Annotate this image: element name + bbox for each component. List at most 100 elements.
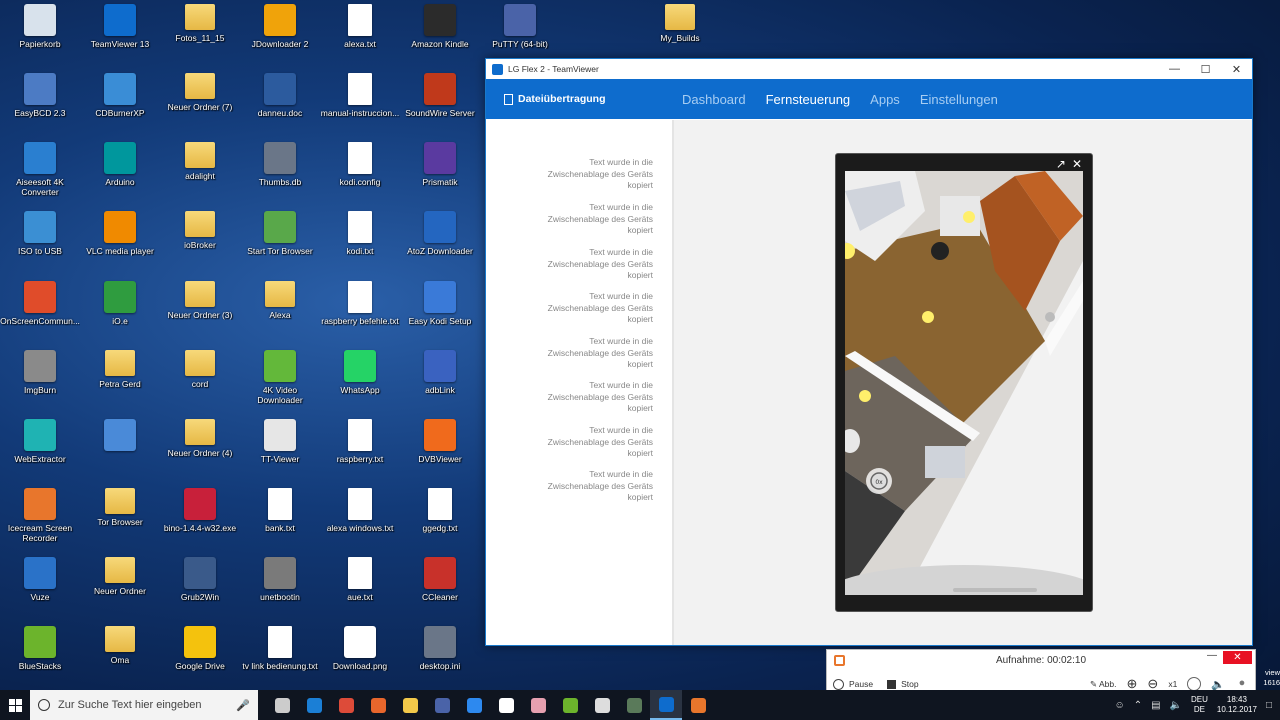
file-transfer-button[interactable]: Dateiübertragung bbox=[504, 93, 606, 105]
desktop-icon[interactable]: AtoZ Downloader bbox=[400, 211, 480, 279]
desktop-icon[interactable]: aue.txt bbox=[320, 557, 400, 625]
taskbar-app-button[interactable] bbox=[650, 690, 682, 720]
people-icon[interactable]: ☺ bbox=[1115, 700, 1125, 711]
desktop-icon[interactable]: Download.png bbox=[320, 626, 400, 694]
desktop-icon[interactable]: unetbootin bbox=[240, 557, 320, 625]
desktop-icon[interactable]: adbLink bbox=[400, 350, 480, 418]
stop-button[interactable]: Stop bbox=[887, 679, 919, 689]
desktop-icon[interactable]: raspberry.txt bbox=[320, 419, 400, 487]
desktop-icon[interactable]: bank.txt bbox=[240, 488, 320, 556]
desktop-icon[interactable]: Tor Browser bbox=[80, 488, 160, 556]
taskbar-app-button[interactable] bbox=[618, 690, 650, 720]
desktop-icon[interactable]: Neuer Ordner bbox=[80, 557, 160, 625]
desktop-icon[interactable]: OnScreenCommun... bbox=[0, 281, 80, 349]
taskbar-app-button[interactable] bbox=[362, 690, 394, 720]
tab-fernsteuerung[interactable]: Fernsteuerung bbox=[766, 92, 851, 107]
desktop-icon[interactable]: ImgBurn bbox=[0, 350, 80, 418]
clock[interactable]: 18:43 10.12.2017 bbox=[1217, 695, 1257, 715]
taskbar-app-button[interactable] bbox=[426, 690, 458, 720]
recorder-minimize-button[interactable]: — bbox=[1207, 650, 1217, 661]
desktop-icon[interactable]: bino-1.4.4-w32.exe bbox=[160, 488, 240, 556]
taskbar-app-button[interactable] bbox=[266, 690, 298, 720]
desktop-icon[interactable]: alexa windows.txt bbox=[320, 488, 400, 556]
draw-button[interactable]: ✎ Abb. bbox=[1090, 679, 1117, 690]
desktop-icon[interactable]: Vuze bbox=[0, 557, 80, 625]
microphone-icon[interactable]: 🎤 bbox=[236, 699, 250, 712]
desktop-icon[interactable]: tv link bedienung.txt bbox=[240, 626, 320, 694]
close-icon[interactable]: ✕ bbox=[1072, 157, 1082, 171]
tab-apps[interactable]: Apps bbox=[870, 92, 900, 107]
pause-button[interactable]: Pause bbox=[833, 678, 873, 690]
desktop-icon[interactable]: CDBurnerXP bbox=[80, 73, 160, 141]
desktop-icon[interactable]: TeamViewer 13 bbox=[80, 4, 160, 72]
desktop-icon[interactable]: Google Drive bbox=[160, 626, 240, 694]
desktop-icon[interactable]: Easy Kodi Setup bbox=[400, 281, 480, 349]
minimize-button[interactable]: — bbox=[1159, 59, 1190, 79]
speaker-icon[interactable]: 🔈 bbox=[1211, 678, 1225, 691]
desktop-icon[interactable]: kodi.txt bbox=[320, 211, 400, 279]
desktop-icon[interactable]: Papierkorb bbox=[0, 4, 80, 72]
taskbar-app-button[interactable] bbox=[490, 690, 522, 720]
desktop-icon[interactable]: Neuer Ordner (4) bbox=[160, 419, 240, 487]
desktop-icon[interactable] bbox=[80, 419, 160, 487]
desktop-icon[interactable]: Prismatik bbox=[400, 142, 480, 210]
remote-screen[interactable]: 0x bbox=[845, 171, 1083, 595]
desktop-icon[interactable]: iO.e bbox=[80, 281, 160, 349]
chevron-up-icon[interactable]: ⌃ bbox=[1134, 700, 1142, 711]
desktop-icon[interactable]: Neuer Ordner (3) bbox=[160, 281, 240, 349]
desktop-icon[interactable]: Neuer Ordner (7) bbox=[160, 73, 240, 141]
network-icon[interactable]: ▤ bbox=[1151, 700, 1160, 711]
desktop-icon[interactable]: Oma bbox=[80, 626, 160, 694]
desktop-icon[interactable]: Fotos_11_15 bbox=[160, 4, 240, 72]
taskbar-app-button[interactable] bbox=[586, 690, 618, 720]
desktop-icon[interactable]: DVBViewer bbox=[400, 419, 480, 487]
webcam-icon[interactable] bbox=[1187, 677, 1202, 691]
desktop-icon[interactable]: WhatsApp bbox=[320, 350, 400, 418]
desktop-icon[interactable]: JDownloader 2 bbox=[240, 4, 320, 72]
language-indicator[interactable]: DEU DE bbox=[1191, 695, 1208, 715]
desktop-icon[interactable]: Start Tor Browser bbox=[240, 211, 320, 279]
recorder-close-button[interactable]: ✕ bbox=[1223, 651, 1252, 664]
taskbar-app-button[interactable] bbox=[522, 690, 554, 720]
volume-icon[interactable]: 🔈 bbox=[1170, 700, 1182, 711]
desktop-icon[interactable]: ggedg.txt bbox=[400, 488, 480, 556]
desktop-icon[interactable]: Icecream Screen Recorder bbox=[0, 488, 80, 556]
taskbar-app-button[interactable] bbox=[458, 690, 490, 720]
desktop-icon[interactable]: EasyBCD 2.3 bbox=[0, 73, 80, 141]
desktop-icon[interactable]: TT-Viewer bbox=[240, 419, 320, 487]
desktop-icon[interactable]: Aiseesoft 4K Converter bbox=[0, 142, 80, 210]
desktop-icon[interactable]: manual-instruccion... bbox=[320, 73, 400, 141]
desktop-icon[interactable]: VLC media player bbox=[80, 211, 160, 279]
taskbar-app-button[interactable] bbox=[330, 690, 362, 720]
desktop-icon[interactable]: danneu.doc bbox=[240, 73, 320, 141]
desktop-icon[interactable]: adalight bbox=[160, 142, 240, 210]
start-button[interactable] bbox=[0, 690, 30, 720]
desktop-icon[interactable]: cord bbox=[160, 350, 240, 418]
desktop-icon[interactable]: Arduino bbox=[80, 142, 160, 210]
close-button[interactable]: ✕ bbox=[1221, 59, 1252, 79]
desktop-icon[interactable]: Amazon Kindle bbox=[400, 4, 480, 72]
desktop-icon[interactable]: Petra Gerd bbox=[80, 350, 160, 418]
desktop-icon[interactable]: WebExtractor bbox=[0, 419, 80, 487]
search-box[interactable]: Zur Suche Text hier eingeben 🎤 bbox=[30, 690, 258, 720]
popout-icon[interactable]: ↗ bbox=[1056, 157, 1066, 171]
desktop-icon[interactable]: desktop.ini bbox=[400, 626, 480, 694]
tab-einstellungen[interactable]: Einstellungen bbox=[920, 92, 998, 107]
desktop-icon[interactable]: kodi.config bbox=[320, 142, 400, 210]
desktop-icon[interactable]: Alexa bbox=[240, 281, 320, 349]
desktop-icon[interactable]: ioBroker bbox=[160, 211, 240, 279]
desktop-icon[interactable]: CCleaner bbox=[400, 557, 480, 625]
notification-icon[interactable]: □ bbox=[1266, 700, 1272, 711]
taskbar-app-button[interactable] bbox=[394, 690, 426, 720]
desktop-icon[interactable]: SoundWire Server bbox=[400, 73, 480, 141]
desktop-icon[interactable]: alexa.txt bbox=[320, 4, 400, 72]
desktop-icon[interactable]: ISO to USB bbox=[0, 211, 80, 279]
tab-dashboard[interactable]: Dashboard bbox=[682, 92, 746, 107]
taskbar-app-button[interactable] bbox=[682, 690, 714, 720]
desktop-icon[interactable]: raspberry befehle.txt bbox=[320, 281, 400, 349]
maximize-button[interactable]: ☐ bbox=[1190, 59, 1221, 79]
window-titlebar[interactable]: LG Flex 2 - TeamViewer — ☐ ✕ bbox=[486, 59, 1252, 79]
desktop-icon[interactable]: 4K Video Downloader bbox=[240, 350, 320, 418]
desktop-icon[interactable]: Thumbs.db bbox=[240, 142, 320, 210]
desktop-icon[interactable]: Grub2Win bbox=[160, 557, 240, 625]
